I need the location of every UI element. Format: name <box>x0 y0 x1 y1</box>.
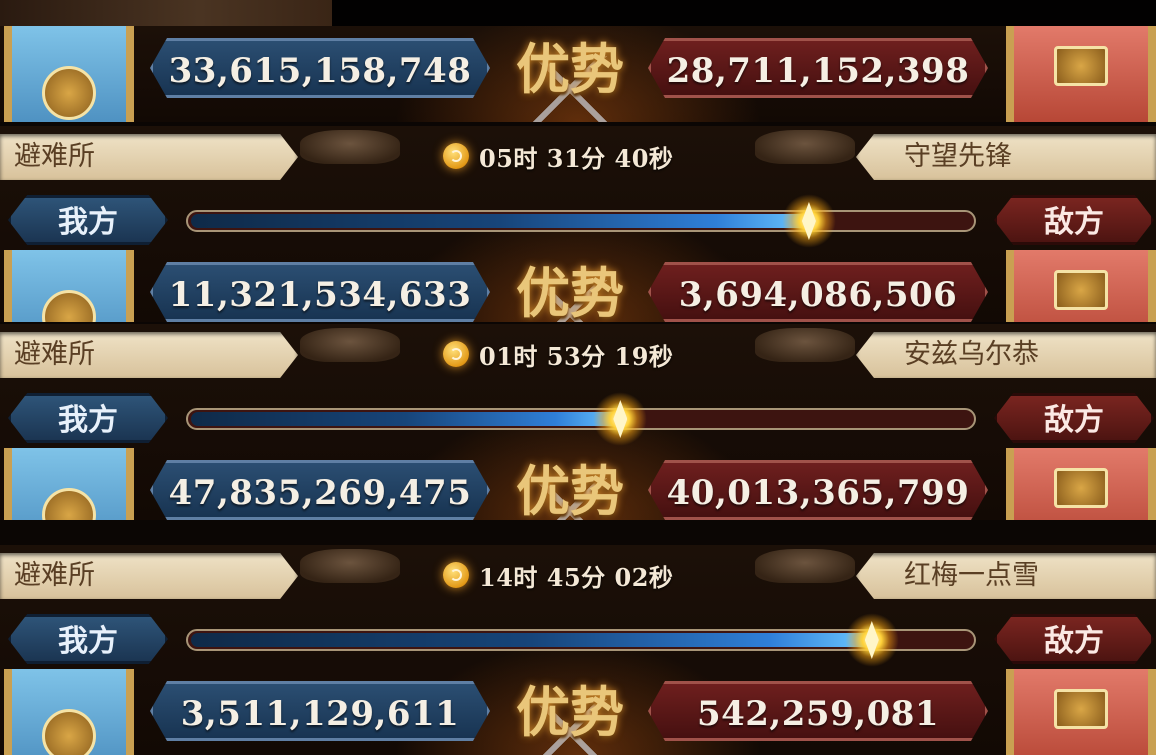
advantage-label: 优势 <box>516 459 624 520</box>
sword-shield-emblem-icon <box>42 66 96 120</box>
bar-spark-icon <box>781 194 836 248</box>
our-score: 3,511,129,611 <box>150 681 490 741</box>
tug-of-war-bar-row: 我方 敌方 <box>0 386 1156 448</box>
war-panel: 避难所 05时 31分 40秒 守望先锋 我方 敌方 11,321,534,63… <box>0 126 1156 322</box>
enemy-score: 28,711,152,398 <box>648 38 988 98</box>
enemy-alliance-name: 红梅一点雪 <box>856 553 1156 599</box>
top-dark-strip <box>332 0 1156 26</box>
timer-text: 14时 45分 02秒 <box>479 562 674 592</box>
timer-text: 01时 53分 19秒 <box>479 341 674 371</box>
panel-header: 避难所 05时 31分 40秒 守望先锋 <box>0 126 1156 188</box>
enemy-alliance-name: 安兹乌尔恭 <box>856 332 1156 378</box>
enemy-banner <box>1006 669 1156 755</box>
enemy-side-tag: 敌方 <box>994 614 1154 664</box>
bar-spark-icon <box>593 392 648 446</box>
our-score: 33,615,158,748 <box>150 38 490 98</box>
panel-header: 避难所 01时 53分 19秒 安兹乌尔恭 <box>0 324 1156 386</box>
score-row: 11,321,534,633 优势 3,694,086,506 <box>0 250 1156 322</box>
countdown-timer: 01时 53分 19秒 <box>443 338 674 371</box>
our-bar-fill <box>191 633 872 647</box>
enemy-banner <box>1006 250 1156 322</box>
bar-spark-icon <box>844 613 899 667</box>
enemy-alliance-name: 守望先锋 <box>856 134 1156 180</box>
score-row: 3,511,129,611 优势 542,259,081 <box>0 669 1156 755</box>
our-score: 11,321,534,633 <box>150 262 490 322</box>
enemy-score: 542,259,081 <box>648 681 988 741</box>
countdown-timer: 14时 45分 02秒 <box>443 559 674 592</box>
sword-shield-emblem-icon <box>42 290 96 322</box>
sword-shield-emblem-icon <box>42 709 96 755</box>
tug-of-war-bar <box>186 194 976 248</box>
rock-ornament <box>300 549 400 583</box>
rock-ornament <box>755 130 855 164</box>
enemy-banner <box>1006 26 1156 122</box>
sword-shield-emblem-icon <box>42 488 96 520</box>
timer-text: 05时 31分 40秒 <box>479 143 674 173</box>
score-row: 47,835,269,475 优势 40,013,365,799 <box>0 448 1156 520</box>
our-side-tag: 我方 <box>8 195 168 245</box>
our-banner <box>4 448 134 520</box>
advantage-label: 优势 <box>516 37 624 101</box>
tug-of-war-bar-row: 我方 敌方 <box>0 188 1156 250</box>
stopwatch-icon <box>443 562 469 588</box>
advantage-label: 优势 <box>516 680 624 744</box>
tug-of-war-bar <box>186 613 976 667</box>
our-side-tag: 我方 <box>8 393 168 443</box>
rock-ornament <box>300 328 400 362</box>
war-panel: 避难所 14时 45分 02秒 红梅一点雪 我方 敌方 3,511,129,61… <box>0 545 1156 755</box>
our-banner <box>4 669 134 755</box>
advantage-label: 优势 <box>516 261 624 322</box>
enemy-side-tag: 敌方 <box>994 393 1154 443</box>
crown-emblem-icon <box>1054 689 1108 729</box>
our-bar-fill <box>191 214 809 228</box>
war-panel: 33,615,158,748 优势 28,711,152,398 <box>0 26 1156 122</box>
crown-emblem-icon <box>1054 468 1108 508</box>
our-side-tag: 我方 <box>8 614 168 664</box>
our-banner <box>4 26 134 122</box>
tug-of-war-bar <box>186 392 976 446</box>
our-alliance-name: 避难所 <box>0 332 298 378</box>
our-score: 47,835,269,475 <box>150 460 490 520</box>
countdown-timer: 05时 31分 40秒 <box>443 140 674 173</box>
rock-ornament <box>300 130 400 164</box>
rock-ornament <box>755 549 855 583</box>
stopwatch-icon <box>443 143 469 169</box>
enemy-score: 3,694,086,506 <box>648 262 988 322</box>
panel-header: 避难所 14时 45分 02秒 红梅一点雪 <box>0 545 1156 607</box>
top-artwork-strip <box>0 0 332 26</box>
crown-emblem-icon <box>1054 46 1108 86</box>
our-banner <box>4 250 134 322</box>
war-panel: 避难所 01时 53分 19秒 安兹乌尔恭 我方 敌方 47,835,269,4… <box>0 324 1156 520</box>
enemy-score: 40,013,365,799 <box>648 460 988 520</box>
enemy-side-tag: 敌方 <box>994 195 1154 245</box>
enemy-banner <box>1006 448 1156 520</box>
stopwatch-icon <box>443 341 469 367</box>
our-bar-fill <box>191 412 621 426</box>
our-alliance-name: 避难所 <box>0 553 298 599</box>
tug-of-war-bar-row: 我方 敌方 <box>0 607 1156 669</box>
rock-ornament <box>755 328 855 362</box>
our-alliance-name: 避难所 <box>0 134 298 180</box>
score-row: 33,615,158,748 优势 28,711,152,398 <box>0 26 1156 122</box>
crown-emblem-icon <box>1054 270 1108 310</box>
